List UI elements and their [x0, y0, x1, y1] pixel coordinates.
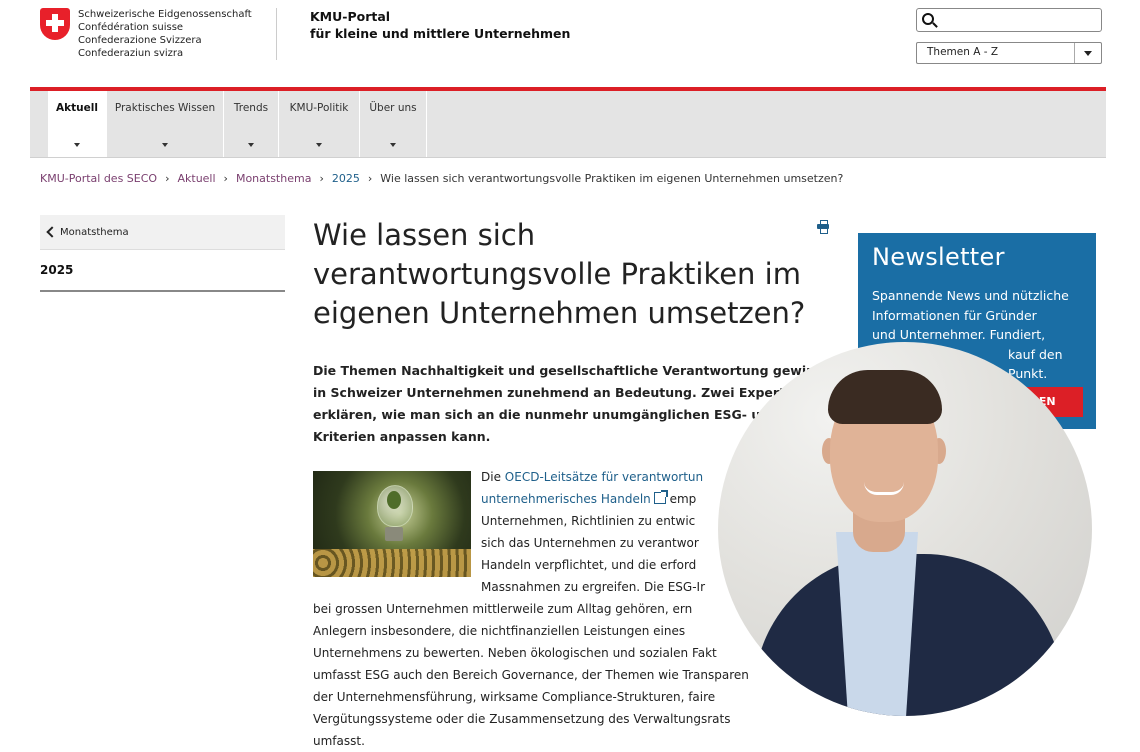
sidebar-back-link[interactable]: Monatsthema [40, 215, 285, 250]
caret-down-icon [248, 143, 254, 147]
confederation-names: Schweizerische Eidgenossenschaft Confédé… [78, 9, 252, 59]
article-image [313, 471, 471, 577]
tab-ueber-uns[interactable]: Über uns [360, 91, 427, 157]
portal-title[interactable]: KMU-Portal für kleine und mittlere Unter… [310, 8, 570, 42]
caret-down-icon [390, 143, 396, 147]
topics-select[interactable]: Themen A - Z [916, 42, 1102, 64]
caret-down-icon [316, 143, 322, 147]
chevron-right-icon: › [367, 172, 373, 185]
tab-aktuell[interactable]: Aktuell [48, 91, 107, 157]
tab-praktisches-wissen[interactable]: Praktisches Wissen [107, 91, 224, 157]
tab-kmu-politik[interactable]: KMU-Politik [279, 91, 360, 157]
breadcrumb: KMU-Portal des SECO › Aktuell › Monatsthema ›… [40, 172, 843, 185]
header-divider [276, 8, 277, 60]
breadcrumb-monatsthema[interactable]: Monatsthema [236, 172, 312, 185]
chevron-right-icon: › [165, 172, 170, 185]
chevron-right-icon: › [223, 172, 228, 185]
chevron-right-icon: › [319, 172, 324, 185]
oecd-link-cont[interactable]: unternehmerisches Handeln [481, 492, 651, 506]
main-nav: Aktuell Praktisches Wissen Trends KMU-Po… [30, 91, 1106, 158]
external-link-icon [653, 490, 668, 504]
sidebar-item-2025[interactable]: 2025 [40, 250, 285, 292]
topics-select-value: Themen A - Z [927, 46, 999, 58]
breadcrumb-current: Wie lassen sich verantwortungsvolle Prak… [380, 172, 844, 185]
tab-trends[interactable]: Trends [224, 91, 279, 157]
search-icon[interactable] [922, 13, 934, 25]
search-box[interactable] [916, 8, 1102, 32]
page-title: Wie lassen sich verantwortungsvolle Prak… [313, 218, 806, 330]
chevron-down-icon[interactable] [1074, 43, 1101, 63]
breadcrumb-2025[interactable]: 2025 [332, 172, 360, 185]
caret-down-icon [74, 143, 80, 147]
print-icon[interactable] [817, 220, 829, 234]
sidebar: Monatsthema 2025 [40, 215, 285, 292]
caret-down-icon [162, 143, 168, 147]
expert-portrait [718, 342, 1092, 716]
chevron-left-icon [46, 226, 58, 238]
breadcrumb-aktuell[interactable]: Aktuell [177, 172, 215, 185]
breadcrumb-home[interactable]: KMU-Portal des SECO [40, 172, 157, 185]
newsletter-title: Newsletter [872, 243, 1005, 271]
oecd-link[interactable]: OECD-Leitsätze für verantwortun [505, 470, 703, 484]
swiss-cross-icon [40, 8, 70, 40]
search-input[interactable] [943, 11, 1097, 29]
